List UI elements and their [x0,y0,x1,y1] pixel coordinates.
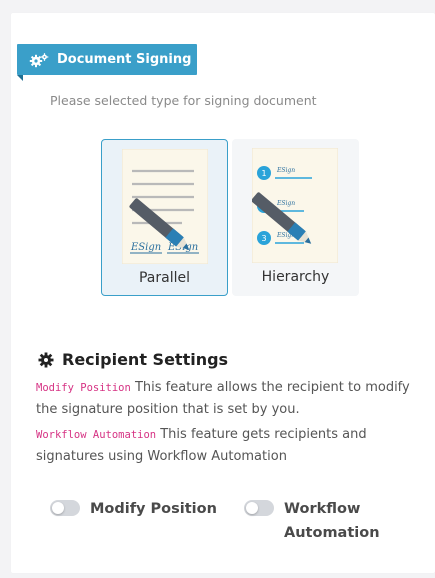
signing-type-label: Hierarchy [261,269,330,285]
signing-type-label: Parallel [138,270,190,286]
modify-position-code: Modify Position [36,382,131,394]
gear-icon [38,352,54,367]
svg-text:ESign: ESign [276,167,295,174]
svg-text:3: 3 [261,234,266,243]
section-header-badge: Document Signing [17,44,197,75]
header-ribbon-tail [17,75,23,81]
signing-type-parallel-card[interactable]: ESign ESign Parallel [101,139,228,296]
modify-position-toggle[interactable] [50,500,80,516]
hierarchy-document-illustration: 1 2 3 ESign ESign ESign [252,148,338,263]
workflow-automation-description: Workflow Automation This feature gets re… [36,424,426,468]
signing-type-subtitle: Please selected type for signing documen… [50,93,317,108]
parallel-document-illustration: ESign ESign [122,149,208,264]
gears-icon [29,52,49,67]
workflow-automation-toggle-label: Workflow Automation [284,501,380,541]
svg-text:ESign: ESign [130,242,161,253]
modify-position-toggle-row: Modify Position [50,497,217,521]
toggle-knob [52,502,64,514]
svg-text:1: 1 [261,169,266,178]
workflow-automation-toggle-row: Workflow Automation [244,497,394,545]
section-header-title: Document Signing [57,52,192,67]
workflow-automation-code: Workflow Automation [36,429,157,441]
modify-position-description: Modify Position This feature allows the … [36,377,426,421]
signing-type-hierarchy-card[interactable]: 1 2 3 ESign ESign ESign Hierarchy [232,139,359,296]
recipient-settings-title-text: Recipient Settings [62,350,229,369]
svg-text:ESign: ESign [276,200,295,207]
workflow-automation-toggle[interactable] [244,500,274,516]
toggle-knob [246,502,258,514]
recipient-settings-title: Recipient Settings [38,350,228,369]
modify-position-toggle-label: Modify Position [90,501,217,517]
